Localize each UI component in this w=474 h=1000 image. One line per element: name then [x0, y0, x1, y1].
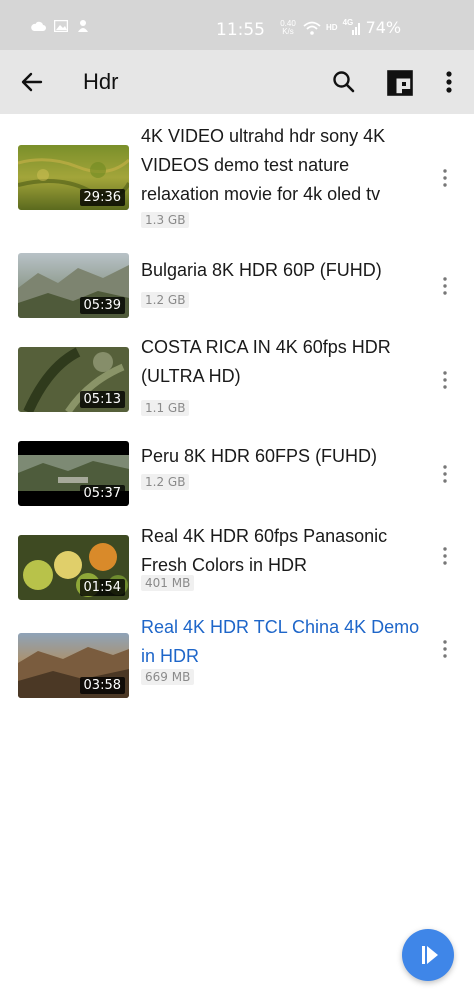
play-fab-button[interactable] — [402, 929, 454, 981]
video-duration: 05:39 — [79, 297, 125, 314]
app-notification-icon — [78, 20, 88, 32]
video-duration: 29:36 — [79, 189, 125, 206]
video-size: 669 MB — [141, 669, 195, 685]
video-size: 1.1 GB — [141, 400, 190, 416]
overflow-menu-button[interactable] — [437, 68, 461, 96]
grid-layout-icon — [387, 70, 413, 96]
video-duration: 05:13 — [79, 391, 125, 408]
more-vert-icon — [446, 71, 452, 93]
app-bar: Hdr — [0, 50, 474, 114]
video-duration: 05:37 — [79, 485, 125, 502]
more-vert-icon[interactable] — [438, 168, 452, 188]
video-size: 401 MB — [141, 575, 195, 591]
video-size: 1.2 GB — [141, 474, 190, 490]
video-item[interactable]: 05:13 COSTA RICA IN 4K 60fps HDR (ULTRA … — [0, 335, 474, 429]
layout-toggle-button[interactable] — [387, 70, 413, 96]
network-speed: 0.40 K/s — [278, 19, 298, 36]
play-icon — [422, 946, 438, 964]
image-icon — [54, 20, 68, 32]
more-vert-icon[interactable] — [438, 370, 452, 390]
page-title: Hdr — [83, 69, 119, 94]
video-thumbnail[interactable]: 05:37 — [18, 441, 129, 506]
wifi-icon — [303, 21, 321, 35]
video-thumbnail[interactable]: 05:13 — [18, 347, 129, 412]
video-thumbnail[interactable]: 01:54 — [18, 535, 129, 600]
status-time: 11:55 — [216, 20, 265, 40]
video-thumbnail[interactable]: 03:58 — [18, 633, 129, 698]
video-item[interactable]: 29:36 4K VIDEO ultrahd hdr sony 4K VIDEO… — [0, 114, 474, 241]
arrow-back-icon — [21, 72, 43, 92]
video-size: 1.3 GB — [141, 212, 190, 228]
signal-icon — [351, 22, 360, 35]
video-thumbnail[interactable]: 05:39 — [18, 253, 129, 318]
video-title: COSTA RICA IN 4K 60fps HDR (ULTRA HD) — [141, 337, 391, 386]
battery-level: 74% — [365, 18, 402, 37]
video-item[interactable]: 01:54 Real 4K HDR 60fps Panasonic Fresh … — [0, 523, 474, 617]
more-vert-icon[interactable] — [438, 464, 452, 484]
video-duration: 01:54 — [79, 579, 125, 596]
search-button[interactable] — [331, 69, 357, 95]
search-icon — [333, 71, 355, 93]
video-item[interactable]: 03:58 Real 4K HDR TCL China 4K Demo in H… — [0, 617, 474, 711]
status-system-icons: 0.40 K/s HD 4G 74% — [278, 18, 402, 38]
more-vert-icon[interactable] — [438, 639, 452, 659]
video-title: 4K VIDEO ultrahd hdr sony 4K VIDEOS demo… — [141, 126, 386, 204]
status-notification-icons — [30, 19, 90, 33]
hd-indicator: HD — [326, 23, 338, 32]
signal-indicator: 4G — [343, 18, 361, 36]
video-item[interactable]: 05:39 Bulgaria 8K HDR 60P (FUHD) 1.2 GB — [0, 241, 474, 335]
more-vert-icon[interactable] — [438, 546, 452, 566]
video-title: Peru 8K HDR 60FPS (FUHD) — [141, 446, 378, 466]
network-speed-unit: K/s — [282, 26, 294, 36]
video-item[interactable]: 05:37 Peru 8K HDR 60FPS (FUHD) 1.2 GB — [0, 429, 474, 523]
video-thumbnail[interactable]: 29:36 — [18, 145, 129, 210]
video-list: 29:36 4K VIDEO ultrahd hdr sony 4K VIDEO… — [0, 114, 474, 711]
video-title: Real 4K HDR TCL China 4K Demo in HDR — [141, 617, 420, 666]
video-size: 1.2 GB — [141, 292, 190, 308]
video-title: Bulgaria 8K HDR 60P (FUHD) — [141, 260, 382, 280]
cloud-icon — [31, 21, 46, 31]
more-vert-icon[interactable] — [438, 276, 452, 296]
video-title: Real 4K HDR 60fps Panasonic Fresh Colors… — [141, 526, 388, 575]
back-button[interactable] — [18, 68, 46, 96]
video-duration: 03:58 — [79, 677, 125, 694]
status-bar: 11:55 0.40 K/s HD 4G 74% — [0, 0, 474, 50]
